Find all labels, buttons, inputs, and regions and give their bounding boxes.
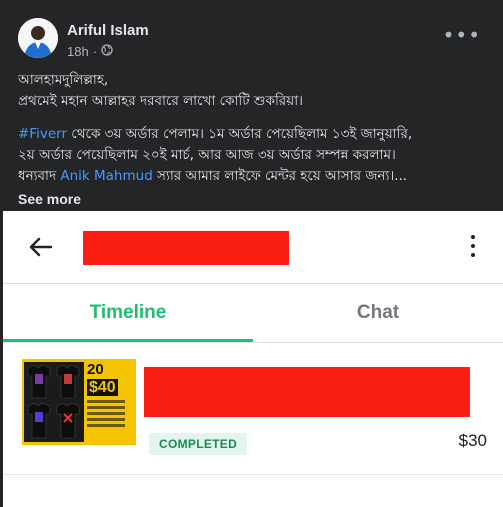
- tab-timeline[interactable]: Timeline: [3, 284, 253, 342]
- gig-thumbnail: 20 $40: [22, 359, 136, 445]
- author-name[interactable]: Ariful Islam: [67, 22, 149, 39]
- post-meta: 18h ·: [67, 44, 113, 59]
- globe-icon: [101, 44, 113, 59]
- order-row[interactable]: 20 $40 COMPLETED $30: [3, 351, 503, 461]
- app-topbar: [3, 211, 503, 283]
- redacted-order-title: [144, 367, 470, 417]
- post-text: আলহামদুলিল্লাহ, প্রথমেই মহান আল্লাহর দরব…: [18, 70, 488, 211]
- meta-separator: ·: [92, 44, 98, 59]
- post-line-1: আলহামদুলিল্লাহ,: [18, 72, 109, 88]
- divider: [3, 342, 503, 343]
- post-header: Ariful Islam 18h · •••: [0, 0, 503, 68]
- divider: [3, 474, 503, 475]
- thumbnail-text: 20 $40: [87, 362, 133, 427]
- thumbnail-price: $40: [87, 379, 118, 396]
- mention-link[interactable]: Anik Mahmud: [60, 168, 152, 184]
- back-arrow-icon[interactable]: [27, 233, 55, 261]
- status-badge: COMPLETED: [149, 433, 248, 455]
- post-line-2: প্রথমেই মহান আল্লাহর দরবারে লাখো কোটি শু…: [18, 93, 303, 109]
- hashtag-link[interactable]: #Fiverr: [18, 126, 67, 142]
- post-line-3: #Fiverr থেকে ৩য় অর্ডার পেলাম। ১ম অর্ডার…: [18, 124, 488, 145]
- tab-bar: Timeline Chat: [3, 284, 503, 342]
- tshirt-mockups: [24, 362, 84, 442]
- thumbnail-feature-lines: [87, 400, 133, 427]
- post-line-5-post: স্যার আমার লাইফে মেন্টর হয়ে আসার জন্য।.…: [152, 168, 408, 184]
- author-avatar[interactable]: [18, 18, 58, 58]
- order-price: $30: [458, 431, 487, 450]
- more-horizontal-icon[interactable]: •••: [443, 25, 481, 45]
- attached-screenshot[interactable]: Timeline Chat 20 $40 COMPLETED $30: [3, 211, 503, 507]
- post-time[interactable]: 18h: [67, 44, 89, 59]
- thumbnail-count: 20: [87, 361, 104, 378]
- post-line-5-pre: ধন্যবাদ: [18, 168, 61, 184]
- post-line-5: ধন্যবাদ Anik Mahmud স্যার আমার লাইফে মেন…: [18, 166, 488, 187]
- tab-chat[interactable]: Chat: [253, 284, 503, 342]
- see-more-button[interactable]: See more: [18, 189, 81, 210]
- more-vertical-icon[interactable]: [469, 235, 477, 261]
- redacted-username: [83, 231, 289, 265]
- post-line-3-text: থেকে ৩য় অর্ডার পেলাম। ১ম অর্ডার পেয়েছি…: [67, 126, 413, 142]
- post-line-4: ২য় অর্ডার পেয়েছিলাম ২০ই মার্চ, আর আজ ৩…: [18, 147, 396, 163]
